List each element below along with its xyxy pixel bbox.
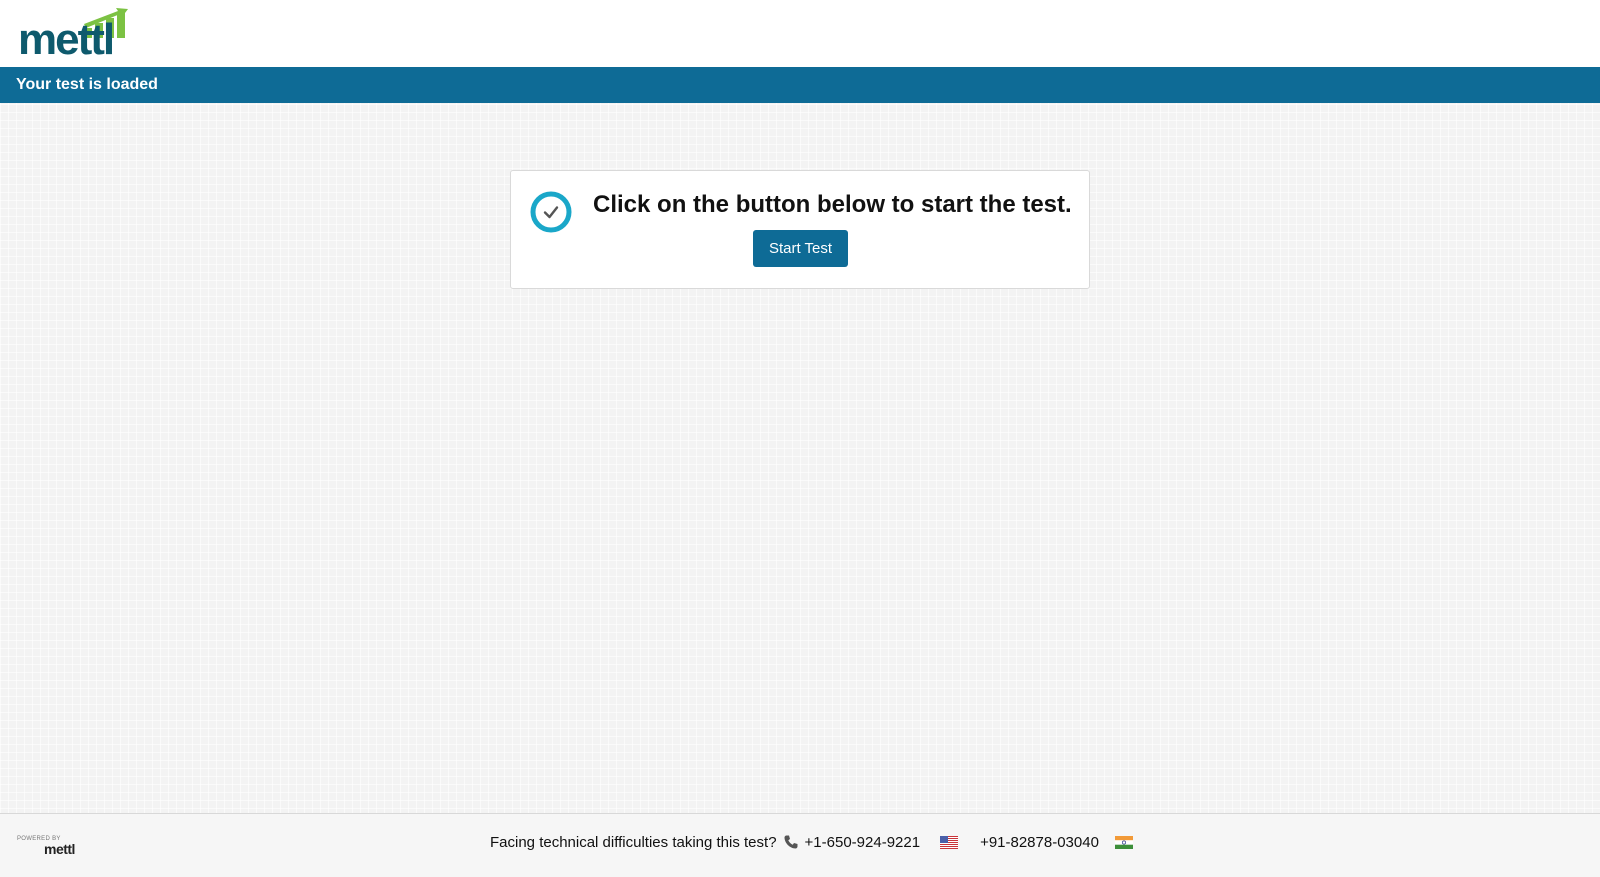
start-instruction-text: Click on the button below to start the t… [593, 191, 1072, 218]
support-info: Facing technical difficulties taking thi… [490, 832, 1133, 852]
status-bar: Your test is loaded [0, 67, 1600, 103]
us-flag-icon [940, 835, 959, 849]
india-phone-number[interactable]: +91-82878-03040 [980, 834, 1099, 851]
start-test-card: Click on the button below to start the t… [510, 170, 1090, 289]
us-phone-number[interactable]: +1-650-924-9221 [805, 834, 921, 851]
phone-icon [784, 835, 798, 849]
mettl-logo[interactable]: mettl [18, 8, 130, 62]
start-test-button[interactable]: Start Test [753, 230, 848, 267]
header: mettl [0, 0, 1600, 67]
check-circle-icon [530, 191, 572, 233]
footer: POWERED BY mettl Facing technical diffic… [0, 813, 1600, 877]
status-title: Your test is loaded [16, 76, 158, 93]
powered-by-logo: mettl [44, 841, 75, 857]
india-flag-icon [1114, 835, 1133, 849]
logo-text: mettl [18, 15, 115, 64]
powered-by-mettl[interactable]: POWERED BY mettl [17, 836, 87, 858]
support-text: Facing technical difficulties taking thi… [490, 833, 777, 851]
